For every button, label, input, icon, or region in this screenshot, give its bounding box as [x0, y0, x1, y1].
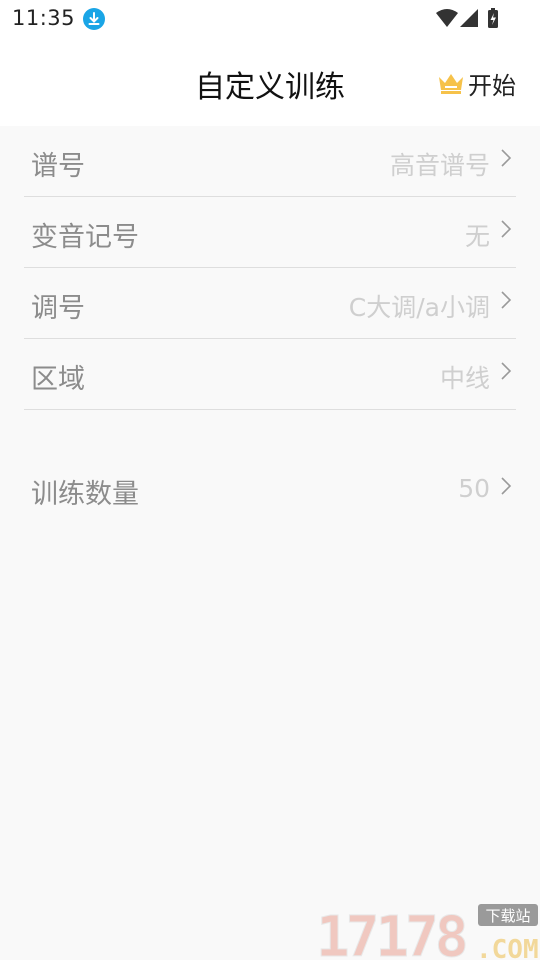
setting-label: 变音记号: [31, 222, 139, 253]
settings-list: 谱号 高音谱号 变音记号 无 调号 C大调/a小调 区域 中线 训练数量 50: [24, 126, 516, 525]
setting-label: 训练数量: [31, 479, 139, 510]
setting-row-key-signature[interactable]: 调号 C大调/a小调: [24, 268, 516, 339]
top-app-bar: 自定义训练 开始: [0, 38, 540, 126]
wifi-icon: [436, 9, 458, 27]
watermark-domain: .COM: [476, 935, 539, 960]
setting-label: 谱号: [31, 151, 85, 182]
watermark-logo: 17178 下载站 .COM: [316, 904, 539, 960]
system-status-icons: [436, 8, 498, 28]
chevron-right-icon: [501, 362, 512, 380]
setting-row-range[interactable]: 区域 中线: [24, 339, 516, 410]
download-icon: [83, 8, 105, 30]
setting-row-training-count[interactable]: 训练数量 50: [24, 454, 516, 525]
setting-label: 调号: [31, 293, 85, 324]
signal-icon: [460, 9, 478, 27]
setting-row-clef[interactable]: 谱号 高音谱号: [24, 126, 516, 197]
status-time: 11:35: [12, 6, 76, 30]
setting-row-accidental[interactable]: 变音记号 无: [24, 197, 516, 268]
setting-value: 50: [458, 474, 490, 503]
watermark-number: 17178: [316, 905, 466, 960]
setting-value: C大调/a小调: [348, 293, 490, 322]
start-button[interactable]: 开始: [436, 66, 516, 100]
chevron-right-icon: [501, 477, 512, 495]
start-button-label: 开始: [468, 71, 516, 100]
setting-label: 区域: [31, 364, 85, 395]
crown-icon: [439, 74, 463, 94]
chevron-right-icon: [501, 291, 512, 309]
chevron-right-icon: [501, 220, 512, 238]
status-bar: 11:35: [0, 0, 540, 38]
setting-value: 无: [464, 222, 490, 251]
battery-charging-icon: [488, 8, 498, 28]
setting-value: 高音谱号: [389, 151, 490, 180]
watermark-badge: 下载站: [485, 907, 530, 925]
setting-value: 中线: [439, 364, 490, 393]
chevron-right-icon: [501, 149, 512, 167]
